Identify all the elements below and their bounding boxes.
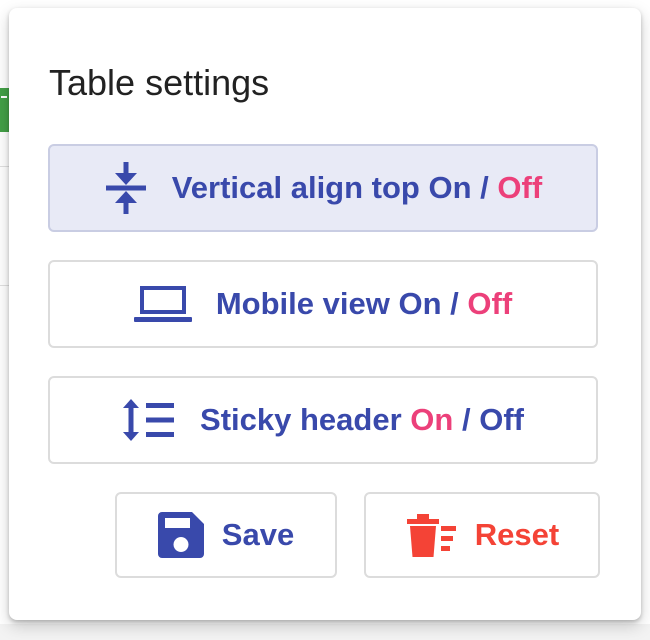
- sticky-header-separator: /: [461, 402, 471, 437]
- vertical-align-label: Vertical align top: [171, 170, 420, 205]
- line-height-icon: [122, 398, 176, 442]
- laptop-icon: [133, 284, 192, 324]
- background-divider: [0, 166, 9, 167]
- popover-title: Table settings: [49, 62, 270, 103]
- mobile-view-separator: /: [450, 286, 459, 321]
- delete-sweep-icon: [405, 513, 457, 557]
- sticky-header-text: Sticky header On / Off: [200, 402, 524, 438]
- vertical-align-on: On: [428, 170, 472, 205]
- background-badge-mark: [1, 96, 7, 98]
- mobile-view-text: Mobile view On / Off: [216, 286, 512, 322]
- save-button[interactable]: Save: [115, 492, 337, 578]
- floppy-disk-icon: [157, 512, 204, 558]
- sticky-header-label: Sticky header: [200, 402, 402, 437]
- vertical-align-toggle[interactable]: Vertical align top On / Off: [48, 144, 598, 232]
- background-divider: [0, 285, 9, 286]
- table-settings-popover: Table settings Vertical align top On / O…: [9, 8, 641, 620]
- vertical-align-center-icon: [104, 160, 148, 216]
- mobile-view-off: Off: [467, 286, 513, 321]
- vertical-align-off: Off: [497, 170, 543, 205]
- background-page-bottom: [0, 624, 650, 640]
- reset-label: Reset: [474, 517, 560, 552]
- vertical-align-text: Vertical align top On / Off: [172, 170, 542, 206]
- mobile-view-label: Mobile view: [215, 286, 390, 321]
- vertical-align-separator: /: [480, 170, 489, 205]
- save-label: Save: [221, 517, 295, 552]
- sticky-header-toggle[interactable]: Sticky header On / Off: [48, 376, 598, 464]
- mobile-view-on: On: [398, 286, 442, 321]
- reset-button[interactable]: Reset: [364, 492, 600, 578]
- sticky-header-on: On: [410, 402, 454, 437]
- mobile-view-toggle[interactable]: Mobile view On / Off: [48, 260, 598, 348]
- sticky-header-off: Off: [479, 402, 524, 437]
- background-green-badge: [0, 88, 9, 132]
